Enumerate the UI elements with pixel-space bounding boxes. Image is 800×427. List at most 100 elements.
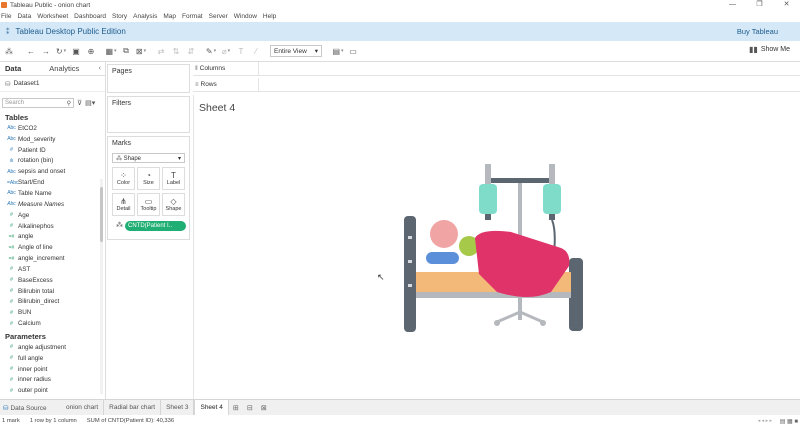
minimize-button[interactable]: —: [719, 0, 746, 10]
menu-dashboard[interactable]: Dashboard: [74, 13, 106, 20]
field-item[interactable]: # Alkalinephos: [0, 221, 105, 232]
new-worksheet-icon[interactable]: ▦: [105, 45, 117, 57]
show-labels-icon[interactable]: T: [235, 45, 247, 57]
parameter-type-icon: #: [10, 344, 13, 351]
filters-card[interactable]: Filters: [107, 96, 190, 133]
field-item[interactable]: Abc sepsis and onset: [0, 166, 105, 177]
detail-mark-button[interactable]: ⋔ Detail: [112, 193, 135, 216]
redo-icon[interactable]: →: [40, 45, 52, 57]
field-item[interactable]: Abc Mod_severity: [0, 134, 105, 145]
menu-file[interactable]: File: [1, 13, 11, 20]
menu-window[interactable]: Window: [234, 13, 257, 20]
field-item[interactable]: # Calcium: [0, 318, 105, 329]
replay-icon[interactable]: ↻: [55, 45, 67, 57]
field-item[interactable]: =# angle: [0, 231, 105, 242]
filter-icon[interactable]: ⊽: [77, 99, 82, 107]
sheet-view-icons[interactable]: ▤ ▦ ■: [780, 418, 798, 425]
field-item[interactable]: # BUN: [0, 307, 105, 318]
parameter-item[interactable]: # outer point: [0, 385, 105, 396]
menu-server[interactable]: Server: [209, 13, 228, 20]
field-item[interactable]: =# angle_increment: [0, 253, 105, 264]
sort-descending-icon[interactable]: ⇵: [185, 45, 197, 57]
field-item[interactable]: # Age: [0, 210, 105, 221]
parameter-type-icon: #: [10, 387, 13, 394]
tooltip-mark-button[interactable]: ▭ Tooltip: [137, 193, 160, 216]
tab-analytics[interactable]: Analytics: [49, 64, 79, 73]
label-mark-button[interactable]: T Label: [162, 167, 185, 190]
field-item[interactable]: # Bilirubin_direct: [0, 297, 105, 308]
iv-drip-right: [549, 214, 555, 220]
menu-worksheet[interactable]: Worksheet: [37, 13, 68, 20]
menu-data[interactable]: Data: [17, 13, 31, 20]
iv-wheel-right: [540, 320, 546, 326]
worksheet-canvas[interactable]: Sheet 4 ↖: [193, 95, 800, 399]
field-item[interactable]: ılı rotation (bin): [0, 156, 105, 167]
field-search-input[interactable]: Search ⚲: [2, 98, 74, 108]
field-label: Age: [18, 211, 30, 219]
field-item[interactable]: # Patient ID: [0, 145, 105, 156]
fix-axes-icon[interactable]: ⁄: [250, 45, 262, 57]
new-datasource-icon[interactable]: ⊕: [85, 45, 97, 57]
color-mark-button[interactable]: ⁘ Color: [112, 167, 135, 190]
presentation-icon[interactable]: ▭: [347, 45, 359, 57]
field-item[interactable]: =Abc Start/End: [0, 177, 105, 188]
field-item[interactable]: # Bilirubin total: [0, 286, 105, 297]
parameter-item[interactable]: # inner radius: [0, 375, 105, 386]
show-cards-icon[interactable]: ▤: [332, 45, 344, 57]
sheet-nav-icons[interactable]: ◂ ◂ ▸ ▸: [758, 418, 772, 424]
highlight-icon[interactable]: ✎: [205, 45, 217, 57]
save-icon[interactable]: ▣: [70, 45, 82, 57]
scroll-thumb[interactable]: [100, 187, 103, 242]
buy-tableau-link[interactable]: Buy Tableau: [737, 27, 778, 36]
field-item[interactable]: Abc Measure Names: [0, 199, 105, 210]
size-mark-button[interactable]: ◔ Size: [137, 167, 160, 190]
field-label: Bilirubin_direct: [18, 298, 60, 306]
rows-shelf[interactable]: ≡ Rows: [193, 78, 800, 92]
maximize-button[interactable]: ❐: [746, 0, 773, 10]
swap-axes-icon[interactable]: ⇄: [155, 45, 167, 57]
tab-data[interactable]: Data: [5, 64, 21, 73]
view-options-icon[interactable]: ▤▾: [85, 99, 95, 107]
menu-format[interactable]: Format: [182, 13, 203, 20]
menu-map[interactable]: Map: [163, 13, 176, 20]
duplicate-sheet-icon[interactable]: ⧉: [120, 45, 132, 57]
data-source-tab[interactable]: ⛁ Data Source: [3, 404, 61, 412]
close-button[interactable]: ✕: [773, 0, 800, 10]
pages-card[interactable]: Pages: [107, 64, 190, 93]
show-me-button[interactable]: ▮▮ Show Me: [749, 45, 790, 54]
clear-sheet-icon[interactable]: ⊠: [135, 45, 147, 57]
menu-analysis[interactable]: Analysis: [133, 13, 157, 20]
field-label: Measure Names: [18, 200, 65, 208]
collapse-pane-icon[interactable]: ‹: [99, 65, 101, 72]
patient-bed-shape-mark[interactable]: [401, 162, 591, 339]
mark-type-select[interactable]: ⁂ Shape ▾: [112, 153, 185, 163]
fit-view-select[interactable]: Entire View ▾: [270, 45, 322, 57]
tableau-home-icon[interactable]: ⁂: [3, 45, 15, 57]
new-worksheet-icon[interactable]: ⊞: [233, 404, 243, 412]
field-label: Angle of line: [18, 244, 53, 252]
parameter-type-icon: #: [10, 376, 13, 383]
parameter-item[interactable]: # angle adjustment: [0, 342, 105, 353]
tab-onion-chart[interactable]: onion chart: [61, 400, 105, 415]
field-item[interactable]: # BaseExcess: [0, 275, 105, 286]
tab-sheet-4[interactable]: Sheet 4: [194, 400, 229, 415]
field-item[interactable]: Abc EtCO2: [0, 123, 105, 134]
datasource-item[interactable]: ⛁ Dataset1: [0, 76, 105, 92]
field-item[interactable]: Abc Table Name: [0, 188, 105, 199]
parameter-item[interactable]: # inner point: [0, 364, 105, 375]
field-item[interactable]: # AST: [0, 264, 105, 275]
field-item[interactable]: =# Angle of line: [0, 242, 105, 253]
menu-story[interactable]: Story: [112, 13, 127, 20]
shape-field-pill[interactable]: CNTD(Patient I..: [125, 221, 186, 231]
columns-shelf[interactable]: ⦀ Columns: [193, 62, 800, 76]
sort-ascending-icon[interactable]: ⇅: [170, 45, 182, 57]
shape-mark-button[interactable]: ◇ Shape: [162, 193, 185, 216]
new-story-icon[interactable]: ⊠: [261, 404, 271, 412]
menu-help[interactable]: Help: [263, 13, 276, 20]
tab-radial-bar-chart[interactable]: Radial bar chart: [104, 400, 162, 415]
new-dashboard-icon[interactable]: ⊟: [247, 404, 257, 412]
tab-sheet-3[interactable]: Sheet 3: [161, 400, 195, 415]
parameter-item[interactable]: # full angle: [0, 353, 105, 364]
group-icon[interactable]: ⌀: [220, 45, 232, 57]
undo-icon[interactable]: ←: [25, 45, 37, 57]
